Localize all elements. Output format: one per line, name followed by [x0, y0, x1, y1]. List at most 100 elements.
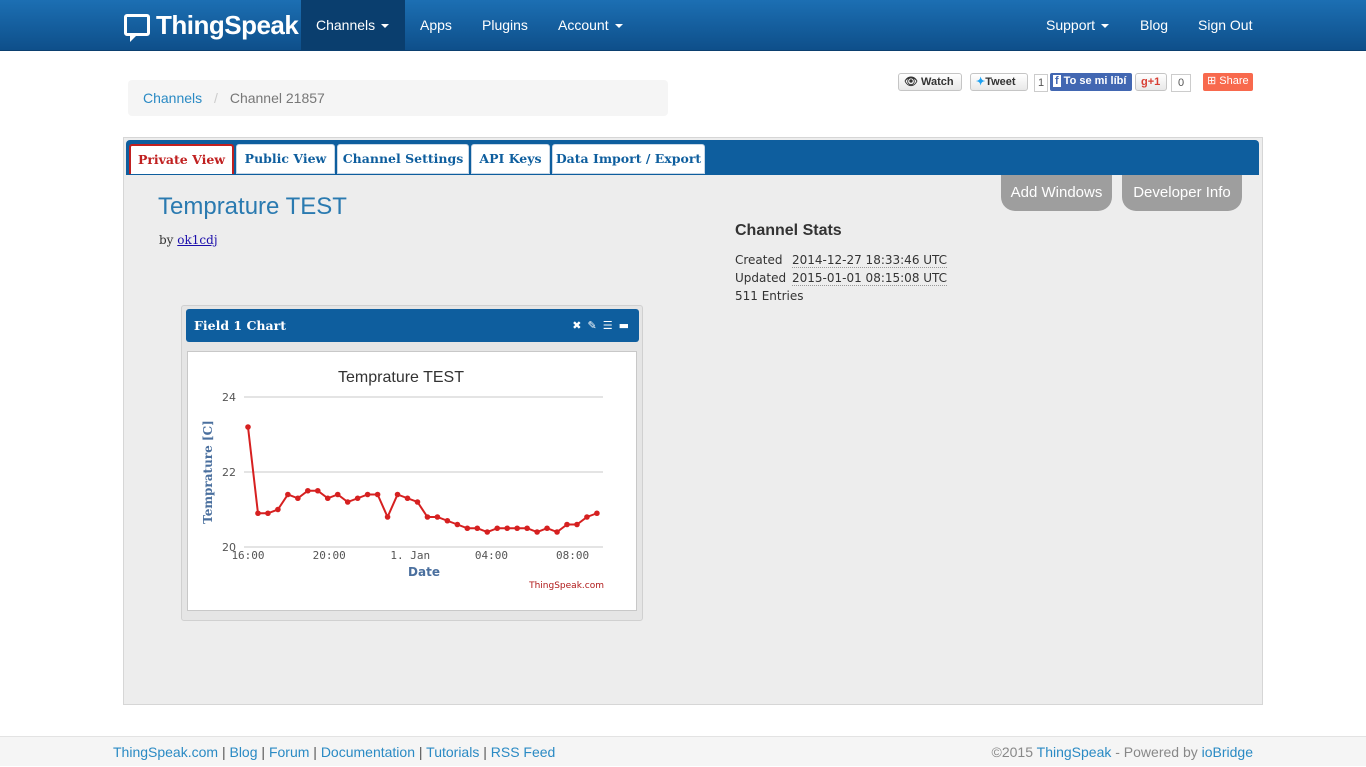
- watch-button[interactable]: 👁 Watch: [898, 73, 962, 91]
- caret-down-icon: [614, 24, 623, 29]
- share-button[interactable]: ⊞ Share: [1203, 73, 1253, 91]
- stat-entries: 511 Entries: [735, 289, 804, 303]
- x-tick-label: 16:00: [231, 549, 264, 562]
- footer-copyright: ©2015 ThingSpeak - Powered by ioBridge: [991, 744, 1253, 760]
- gplus-button[interactable]: g+1: [1135, 73, 1167, 91]
- comment-icon[interactable]: ☰: [603, 319, 613, 332]
- footer-link-thingspeak[interactable]: ThingSpeak.com: [113, 744, 218, 760]
- footer-link-forum[interactable]: Forum: [269, 744, 309, 760]
- x-tick-label: 1. Jan: [390, 549, 430, 562]
- nav-sign-out[interactable]: Sign Out: [1183, 0, 1267, 50]
- stat-created: Created 2014-12-27 18:33:46 UTC: [735, 253, 948, 268]
- breadcrumb-separator: /: [214, 90, 218, 106]
- footer: ThingSpeak.com | Blog | Forum | Document…: [0, 736, 1366, 766]
- footer-link-rss[interactable]: RSS Feed: [491, 744, 556, 760]
- nav-plugins[interactable]: Plugins: [467, 0, 543, 50]
- data-point: [334, 491, 341, 498]
- data-point: [534, 529, 540, 535]
- close-icon[interactable]: ✖: [572, 319, 581, 332]
- chart-container: Temprature TEST 20 22 24 16:00 20:00 1. Jan 0…: [187, 351, 637, 611]
- data-point: [424, 514, 431, 520]
- data-point: [514, 525, 520, 532]
- nav-support[interactable]: Support: [1031, 0, 1124, 50]
- data-point: [434, 514, 441, 520]
- updated-value: 2015-01-01 08:15:08 UTC: [792, 271, 948, 286]
- data-point: [255, 510, 261, 517]
- add-windows-button[interactable]: Add Windows: [1001, 175, 1112, 211]
- data-point: [474, 525, 481, 532]
- caret-down-icon: [381, 24, 390, 29]
- y-tick-label: 22: [222, 466, 236, 479]
- chart-window-header: Field 1 Chart ✖ ✎ ☰ ▬: [186, 309, 639, 342]
- y-tick-label: 24: [222, 391, 236, 404]
- minimize-icon[interactable]: ▬: [619, 319, 629, 332]
- data-point: [504, 525, 510, 532]
- data-point: [374, 491, 381, 498]
- tab-public-view[interactable]: Public View: [236, 144, 335, 174]
- nav-account[interactable]: Account: [543, 0, 638, 50]
- edit-icon[interactable]: ✎: [588, 319, 597, 332]
- data-point: [524, 525, 530, 532]
- data-point: [444, 517, 451, 524]
- x-tick-label: 08:00: [556, 549, 589, 562]
- data-point: [285, 491, 291, 498]
- data-point: [265, 510, 271, 517]
- plus-icon: ⊞: [1207, 75, 1217, 87]
- channel-stats-heading: Channel Stats: [735, 222, 842, 239]
- chart-credit[interactable]: ThingSpeak.com: [528, 581, 604, 591]
- tab-channel-settings[interactable]: Channel Settings: [337, 144, 469, 174]
- x-tick-label: 20:00: [313, 549, 346, 562]
- tweet-count: 1: [1034, 74, 1048, 92]
- data-point: [414, 499, 421, 505]
- data-point: [384, 514, 391, 520]
- top-navbar: ThingSpeak Channels Apps Plugins Account…: [0, 0, 1366, 51]
- tab-private-view[interactable]: Private View: [129, 144, 234, 174]
- tab-api-keys[interactable]: API Keys: [471, 144, 550, 174]
- x-tick-label: 04:00: [475, 549, 508, 562]
- data-point: [364, 491, 371, 498]
- breadcrumb-channels-link[interactable]: Channels: [143, 90, 202, 106]
- footer-brand-link[interactable]: ThingSpeak: [1037, 744, 1112, 760]
- data-point: [314, 487, 321, 494]
- data-point: [454, 521, 461, 528]
- channel-author: by ok1cdj: [159, 233, 218, 247]
- window-controls: ✖ ✎ ☰ ▬: [566, 309, 629, 342]
- data-point: [554, 529, 560, 535]
- nav-channels[interactable]: Channels: [301, 0, 405, 50]
- facebook-icon: f: [1053, 75, 1061, 87]
- data-point: [245, 424, 251, 430]
- nav-blog[interactable]: Blog: [1125, 0, 1183, 50]
- data-point: [594, 510, 600, 517]
- data-point: [544, 525, 550, 532]
- x-axis-label: Date: [408, 565, 440, 579]
- developer-info-button[interactable]: Developer Info: [1122, 175, 1242, 211]
- created-value: 2014-12-27 18:33:46 UTC: [792, 253, 948, 268]
- data-point: [324, 495, 331, 502]
- footer-link-documentation[interactable]: Documentation: [321, 744, 415, 760]
- data-point: [484, 529, 491, 535]
- author-link[interactable]: ok1cdj: [177, 233, 217, 247]
- social-bar: 👁 Watch ✦Tweet 1 f To se mi líbí g+1 0 ⊞ …: [0, 73, 1366, 92]
- tweet-button[interactable]: ✦Tweet: [970, 73, 1028, 91]
- footer-link-blog[interactable]: Blog: [229, 744, 257, 760]
- line-chart: Temprature TEST 202224 16:00 20:00 1. Jan 0…: [201, 369, 604, 591]
- y-axis-label: Temprature [C]: [201, 420, 215, 524]
- nav-apps[interactable]: Apps: [405, 0, 467, 50]
- data-point: [494, 525, 501, 532]
- data-point: [404, 495, 411, 502]
- brand-logo[interactable]: ThingSpeak: [124, 9, 299, 42]
- tab-data-import-export[interactable]: Data Import / Export: [552, 144, 705, 174]
- data-point: [394, 491, 401, 498]
- data-point: [344, 499, 351, 505]
- data-point: [584, 514, 590, 520]
- caret-down-icon: [1101, 24, 1110, 29]
- stat-updated: Updated 2015-01-01 08:15:08 UTC: [735, 271, 948, 286]
- data-point: [275, 506, 281, 513]
- series-line: [247, 426, 598, 534]
- footer-iobridge-link[interactable]: ioBridge: [1202, 744, 1253, 760]
- channel-title: Temprature TEST: [158, 193, 347, 220]
- footer-link-tutorials[interactable]: Tutorials: [426, 744, 479, 760]
- data-point: [564, 521, 570, 528]
- chart-title: Temprature TEST: [338, 369, 464, 386]
- facebook-like-button[interactable]: f To se mi líbí: [1050, 73, 1132, 91]
